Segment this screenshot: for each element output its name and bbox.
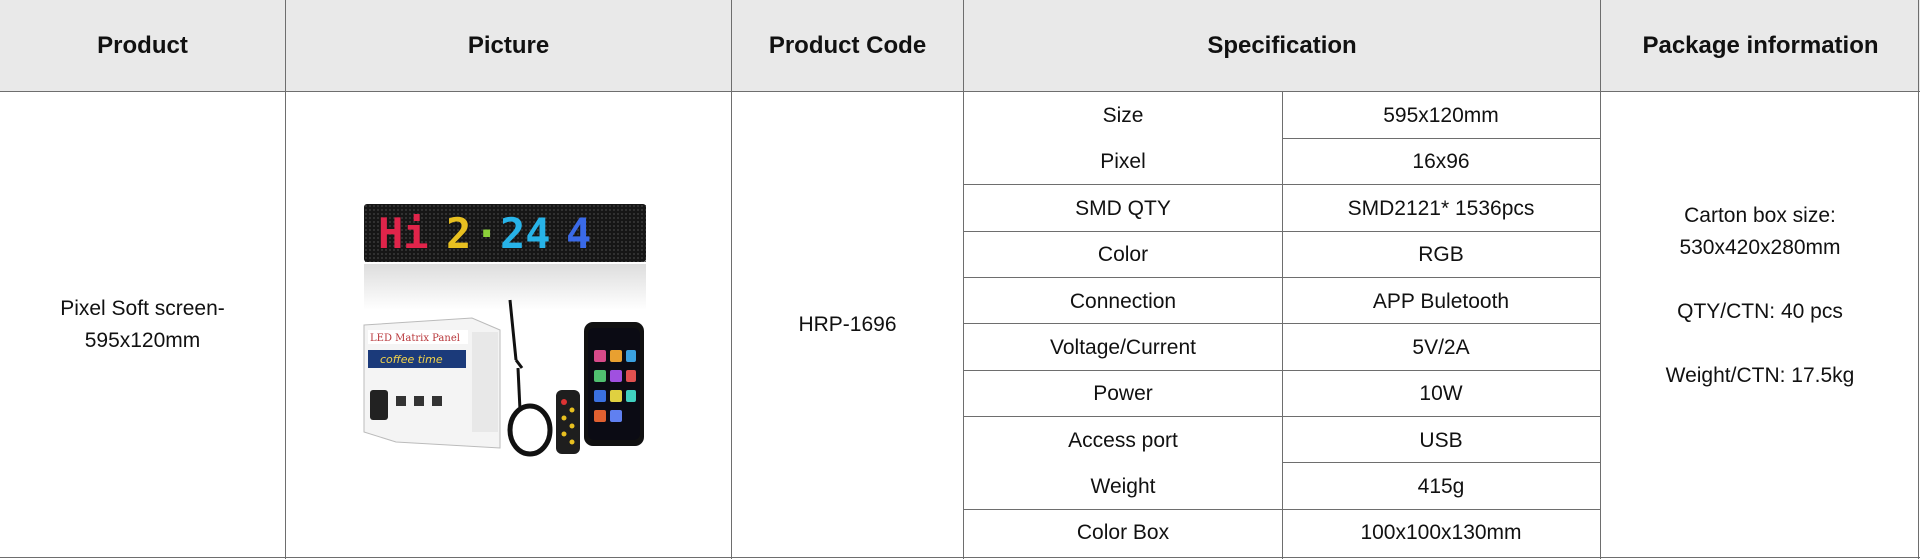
led-sign-reflection — [364, 264, 646, 310]
header-specification: Specification — [1207, 31, 1357, 59]
spec-label: Size — [1102, 104, 1144, 127]
header-picture: Picture — [467, 31, 550, 59]
product-photo: Hi 2 · 24 4 LED Matrix Panel coffee time — [363, 204, 646, 457]
spec-value: 100x100x130mm — [1360, 521, 1522, 544]
package-information-cell: Carton box size: 530x420x280mm QTY/CTN: … — [1601, 200, 1919, 392]
product-picture: Hi 2 · 24 4 LED Matrix Panel coffee time — [360, 200, 650, 480]
spec-label: Voltage/Current — [1050, 336, 1196, 359]
spec-value: 5V/2A — [1412, 336, 1470, 359]
svg-text:LED Matrix Panel: LED Matrix Panel — [370, 333, 460, 344]
spec-value: 595x120mm — [1383, 104, 1499, 127]
spec-label: Connection — [1069, 290, 1177, 313]
column-divider — [285, 0, 286, 559]
spec-label: Pixel — [1100, 150, 1146, 173]
led-sign-text: Hi — [378, 209, 429, 258]
spec-label: Weight — [1090, 475, 1156, 498]
svg-text:4: 4 — [566, 209, 591, 258]
spec-label: Color Box — [1076, 521, 1170, 544]
carton-size-label: Carton box size: — [1684, 204, 1836, 227]
product-name-cell: Pixel Soft screen- 595x120mm — [0, 92, 285, 557]
svg-text:·: · — [474, 209, 499, 258]
spec-label: Color — [1097, 243, 1149, 266]
spec-value: 10W — [1419, 382, 1463, 405]
spec-value: 415g — [1417, 475, 1465, 498]
spec-value: USB — [1419, 429, 1463, 452]
svg-text:24: 24 — [500, 209, 551, 258]
svg-text:2: 2 — [446, 209, 471, 258]
spec-label: Power — [1093, 382, 1153, 405]
spec-value: SMD2121* 1536pcs — [1347, 197, 1535, 220]
svg-text:coffee time: coffee time — [380, 353, 443, 366]
header-package-information: Package information — [1642, 31, 1879, 59]
product-code-cell: HRP-1696 — [798, 312, 897, 336]
spec-label: SMD QTY — [1075, 197, 1171, 220]
header-product-code: Product Code — [768, 31, 927, 59]
spec-value: 16x96 — [1412, 150, 1470, 173]
carton-size-value: 530x420x280mm — [1679, 236, 1841, 259]
product-name-line-2: 595x120mm — [84, 328, 201, 352]
spec-label: Access port — [1068, 429, 1178, 452]
header-product: Product — [97, 31, 188, 59]
spec-value: APP Buletooth — [1372, 290, 1510, 313]
weight-per-carton: Weight/CTN: 17.5kg — [1665, 364, 1855, 387]
remote-control — [556, 390, 580, 454]
usb-cable — [508, 299, 524, 369]
table-bottom-border — [0, 557, 1920, 558]
product-name-line-1: Pixel Soft screen- — [60, 296, 225, 320]
spec-value: RGB — [1418, 243, 1464, 266]
qty-per-carton: QTY/CTN: 40 pcs — [1677, 300, 1843, 323]
